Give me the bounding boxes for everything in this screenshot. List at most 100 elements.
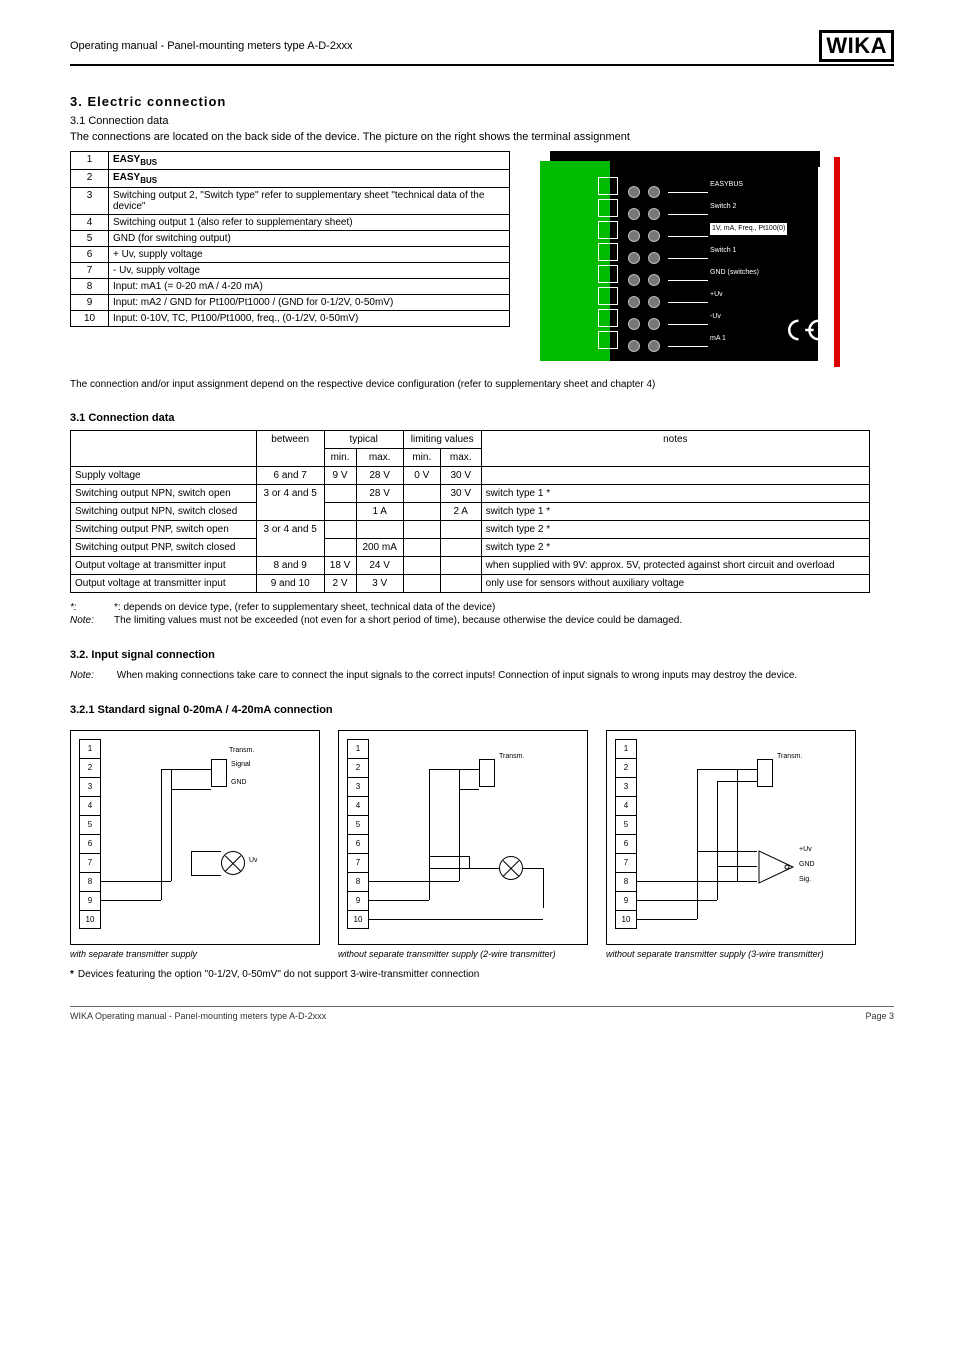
td: 30 V [440, 485, 481, 503]
note-text: The limiting values must not be exceeded… [114, 615, 682, 626]
td: 3 or 4 and 5 [256, 485, 324, 521]
pin-table-note: The connection and/or input assignment d… [70, 379, 894, 390]
td [440, 539, 481, 557]
diagram-caption: with separate transmitter supply [70, 949, 320, 959]
section-title: 3. Electric connection [70, 94, 894, 109]
td: 6 and 7 [256, 467, 324, 485]
td: Output voltage at transmitter input [71, 557, 257, 575]
pin-desc: Input: mA1 (= 0-20 mA / 4-20 mA) [109, 279, 510, 295]
pin-desc: Input: mA2 / GND for Pt100/Pt1000 / (GND… [109, 295, 510, 311]
connection-data-heading: 3.1 Connection data [70, 412, 894, 424]
pin-num: 8 [71, 279, 109, 295]
td: Switching output PNP, switch closed [71, 539, 257, 557]
td [324, 485, 356, 503]
diag-label: GND [231, 779, 247, 786]
diagram-label: GND (switches) [710, 267, 787, 289]
wiring-diagram-b: 12345 678910 Transm. [338, 730, 588, 945]
note-text: *: depends on device type, (refer to sup… [114, 602, 495, 613]
td [324, 521, 356, 539]
td: 8 and 9 [256, 557, 324, 575]
pin-desc: EASYBUS [109, 170, 510, 188]
th: between [256, 431, 324, 467]
td: 24 V [356, 557, 403, 575]
pin-desc: EASYBUS [109, 152, 510, 170]
pin-num: 2 [71, 170, 109, 188]
pin-num: 10 [71, 311, 109, 327]
th [71, 431, 257, 467]
td: 2 A [440, 503, 481, 521]
pin-desc: + Uv, supply voltage [109, 247, 510, 263]
note-text: When making connections take care to con… [117, 670, 797, 681]
wiring-diagram-a: 12345 678910 Signal GND Transm. Uv [70, 730, 320, 945]
diagram-label: mA 1 [710, 333, 787, 355]
td: switch type 1 * [481, 503, 869, 521]
sec-3-2-heading: 3.2. Input signal connection [70, 649, 894, 661]
td: 30 V [440, 467, 481, 485]
footer-left: WIKA Operating manual - Panel-mounting m… [70, 1011, 326, 1021]
pin-num: 9 [71, 295, 109, 311]
pin-num: 6 [71, 247, 109, 263]
pin-num: 3 [71, 188, 109, 215]
th: min. [403, 449, 440, 467]
footer-right: Page 3 [865, 1011, 894, 1021]
diag-label: +Uv [799, 846, 812, 853]
connection-data-table: between typical limiting values notes mi… [70, 430, 870, 593]
page-footer: WIKA Operating manual - Panel-mounting m… [70, 1006, 894, 1021]
td: Switching output PNP, switch open [71, 521, 257, 539]
th: typical [324, 431, 403, 449]
note-label: Note: [70, 669, 114, 682]
td [403, 539, 440, 557]
td [403, 521, 440, 539]
diag-label: Transm. [229, 747, 254, 754]
td [403, 485, 440, 503]
td: 2 V [324, 575, 356, 593]
pin-desc: GND (for switching output) [109, 231, 510, 247]
td: 9 and 10 [256, 575, 324, 593]
td [440, 521, 481, 539]
pin-desc: Switching output 2, "Switch type" refer … [109, 188, 510, 215]
diag-label: Transm. [777, 753, 802, 760]
pin-num: 4 [71, 215, 109, 231]
page-header: Operating manual - Panel-mounting meters… [70, 30, 894, 66]
pin-assignment-table: 1EASYBUS 2EASYBUS 3Switching output 2, "… [70, 151, 510, 327]
pin-num: 1 [71, 152, 109, 170]
th: notes [481, 431, 869, 467]
note-label: Note: [70, 614, 114, 627]
td: switch type 2 * [481, 539, 869, 557]
diagram-label: EASYBUS [710, 179, 787, 201]
td [440, 557, 481, 575]
td: only use for sensors without auxiliary v… [481, 575, 869, 593]
td: 18 V [324, 557, 356, 575]
td: 3 V [356, 575, 403, 593]
transmitter-triangle-icon [757, 849, 797, 885]
signal-badge: 1V, mA, Freq., Pt100(0) [710, 223, 787, 235]
sec-3-2-1-heading: 3.2.1 Standard signal 0-20mA / 4-20mA co… [70, 704, 894, 716]
diag-label: Sig. [799, 876, 811, 883]
pin-desc: - Uv, supply voltage [109, 263, 510, 279]
wiring-diagram-c: 12345 678910 Transm. [606, 730, 856, 945]
th: limiting values [403, 431, 481, 449]
section-sub: 3.1 Connection data [70, 115, 894, 127]
note-label: *: [70, 601, 114, 614]
td: 9 V [324, 467, 356, 485]
td [481, 467, 869, 485]
pin-num: 7 [71, 263, 109, 279]
header-left-text: Operating manual - Panel-mounting meters… [70, 40, 352, 52]
td: Switching output NPN, switch closed [71, 503, 257, 521]
th: max. [356, 449, 403, 467]
td: 1 A [356, 503, 403, 521]
td [403, 503, 440, 521]
diagram-label: Switch 1 [710, 245, 787, 267]
td: switch type 1 * [481, 485, 869, 503]
td [403, 557, 440, 575]
td: Switching output NPN, switch open [71, 485, 257, 503]
section-desc: The connections are located on the back … [70, 131, 894, 143]
diag-label: GND [799, 861, 815, 868]
footnote-text: Devices featuring the option "0-1/2V, 0-… [78, 969, 479, 980]
footnote: * Devices featuring the option "0-1/2V, … [70, 969, 894, 980]
diagram-caption: without separate transmitter supply (2-w… [338, 949, 588, 959]
diagram-label: +Uv [710, 289, 787, 311]
ce-mark-icon [780, 316, 822, 351]
diag-label: Signal [231, 761, 250, 768]
diagram-label: Switch 2 [710, 201, 787, 223]
